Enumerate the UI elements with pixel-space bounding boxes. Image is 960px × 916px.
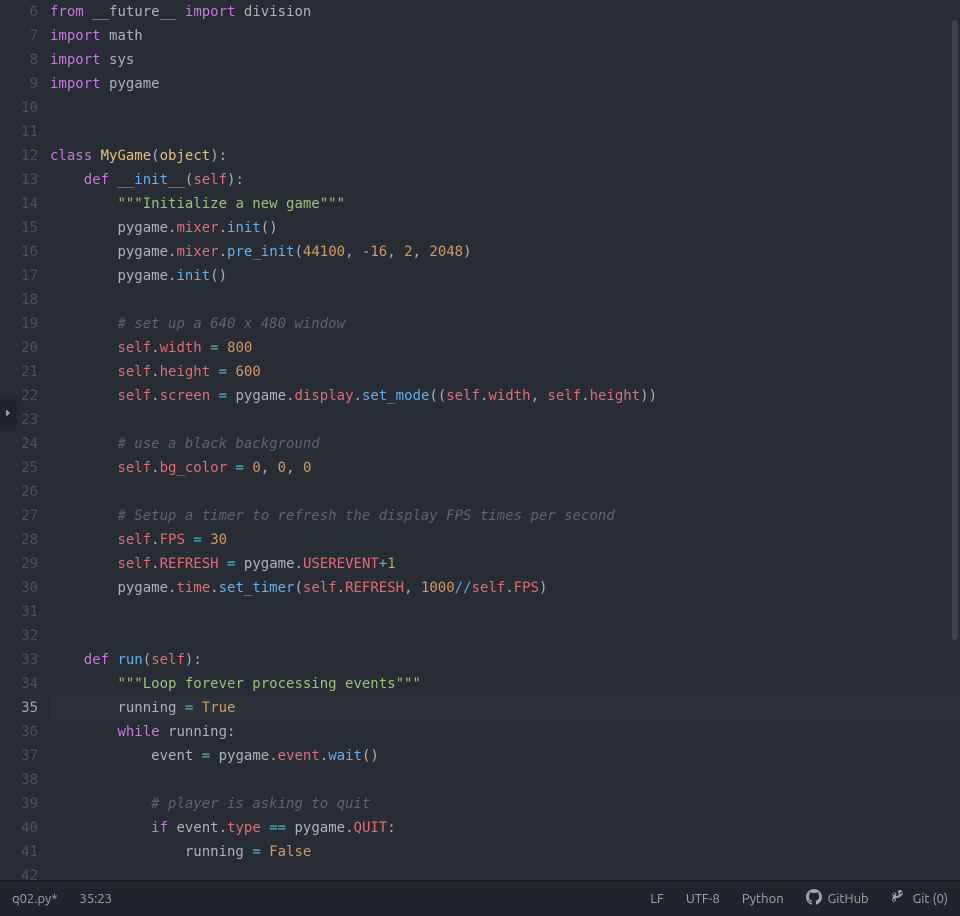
line-number: 38 bbox=[0, 768, 38, 792]
line-number: 7 bbox=[0, 24, 38, 48]
code-line: # set up a 640 x 480 window bbox=[50, 312, 960, 336]
code-line: """Loop forever processing events""" bbox=[50, 672, 960, 696]
status-language[interactable]: Python bbox=[742, 892, 784, 906]
code-line: self.bg_color = 0, 0, 0 bbox=[50, 456, 960, 480]
line-number: 29 bbox=[0, 552, 38, 576]
line-number: 14 bbox=[0, 192, 38, 216]
line-number: 13 bbox=[0, 168, 38, 192]
line-number: 35 bbox=[0, 696, 38, 720]
line-number: 28 bbox=[0, 528, 38, 552]
line-number: 25 bbox=[0, 456, 38, 480]
line-number: 12 bbox=[0, 144, 38, 168]
code-line: class MyGame(object): bbox=[50, 144, 960, 168]
code-line: pygame.mixer.init() bbox=[50, 216, 960, 240]
status-git[interactable]: Git (0) bbox=[891, 889, 948, 908]
line-number: 9 bbox=[0, 72, 38, 96]
code-line: self.FPS = 30 bbox=[50, 528, 960, 552]
code-line: from __future__ import division bbox=[50, 0, 960, 24]
status-line-endings[interactable]: LF bbox=[650, 892, 663, 906]
line-number: 32 bbox=[0, 624, 38, 648]
editor-pane: 6789101112131415161718192021222324252627… bbox=[0, 0, 960, 880]
line-number: 37 bbox=[0, 744, 38, 768]
code-line: if event.type == pygame.QUIT: bbox=[50, 816, 960, 840]
chevron-right-icon bbox=[3, 406, 13, 422]
code-line: self.width = 800 bbox=[50, 336, 960, 360]
code-line-active: running = True bbox=[50, 696, 960, 720]
status-github-label: GitHub bbox=[828, 892, 869, 906]
status-github[interactable]: GitHub bbox=[806, 889, 869, 908]
code-line: # Setup a timer to refresh the display F… bbox=[50, 504, 960, 528]
code-line: # use a black background bbox=[50, 432, 960, 456]
code-line: import pygame bbox=[50, 72, 960, 96]
status-bar: q02.py* 35:23 LF UTF-8 Python GitHub Git… bbox=[0, 880, 960, 916]
line-number: 11 bbox=[0, 120, 38, 144]
code-line bbox=[50, 768, 960, 792]
panel-expand-toggle[interactable] bbox=[0, 400, 16, 428]
git-branch-icon bbox=[891, 889, 907, 908]
code-line: pygame.mixer.pre_init(44100, -16, 2, 204… bbox=[50, 240, 960, 264]
code-line: self.REFRESH = pygame.USEREVENT+1 bbox=[50, 552, 960, 576]
code-line: pygame.init() bbox=[50, 264, 960, 288]
line-number: 20 bbox=[0, 336, 38, 360]
line-number: 34 bbox=[0, 672, 38, 696]
line-number: 24 bbox=[0, 432, 38, 456]
line-number: 39 bbox=[0, 792, 38, 816]
line-number: 8 bbox=[0, 48, 38, 72]
code-line bbox=[50, 96, 960, 120]
code-line: self.screen = pygame.display.set_mode((s… bbox=[50, 384, 960, 408]
vertical-scrollbar[interactable] bbox=[952, 20, 958, 640]
code-line: while running: bbox=[50, 720, 960, 744]
code-line bbox=[50, 480, 960, 504]
code-line bbox=[50, 600, 960, 624]
code-line: event = pygame.event.wait() bbox=[50, 744, 960, 768]
status-encoding[interactable]: UTF-8 bbox=[686, 892, 720, 906]
code-line: # player is asking to quit bbox=[50, 792, 960, 816]
line-number: 10 bbox=[0, 96, 38, 120]
status-cursor-position[interactable]: 35:23 bbox=[80, 892, 113, 906]
code-line bbox=[50, 624, 960, 648]
code-area[interactable]: from __future__ import division import m… bbox=[50, 0, 960, 880]
line-number: 17 bbox=[0, 264, 38, 288]
line-number: 21 bbox=[0, 360, 38, 384]
line-number: 41 bbox=[0, 840, 38, 864]
line-number: 26 bbox=[0, 480, 38, 504]
code-line: import math bbox=[50, 24, 960, 48]
line-number: 27 bbox=[0, 504, 38, 528]
line-number-gutter: 6789101112131415161718192021222324252627… bbox=[0, 0, 50, 880]
line-number: 33 bbox=[0, 648, 38, 672]
code-line: def run(self): bbox=[50, 648, 960, 672]
code-line bbox=[50, 120, 960, 144]
status-git-label: Git (0) bbox=[913, 892, 948, 906]
status-filename[interactable]: q02.py* bbox=[12, 892, 58, 906]
code-line bbox=[50, 288, 960, 312]
code-line: def __init__(self): bbox=[50, 168, 960, 192]
code-line: running = False bbox=[50, 840, 960, 864]
line-number: 16 bbox=[0, 240, 38, 264]
line-number: 30 bbox=[0, 576, 38, 600]
code-line bbox=[50, 408, 960, 432]
line-number: 40 bbox=[0, 816, 38, 840]
code-line: import sys bbox=[50, 48, 960, 72]
line-number: 19 bbox=[0, 312, 38, 336]
line-number: 15 bbox=[0, 216, 38, 240]
line-number: 18 bbox=[0, 288, 38, 312]
code-line: self.height = 600 bbox=[50, 360, 960, 384]
github-icon bbox=[806, 889, 822, 908]
line-number: 31 bbox=[0, 600, 38, 624]
line-number: 6 bbox=[0, 0, 38, 24]
code-line: pygame.time.set_timer(self.REFRESH, 1000… bbox=[50, 576, 960, 600]
code-line: """Initialize a new game""" bbox=[50, 192, 960, 216]
line-number: 36 bbox=[0, 720, 38, 744]
